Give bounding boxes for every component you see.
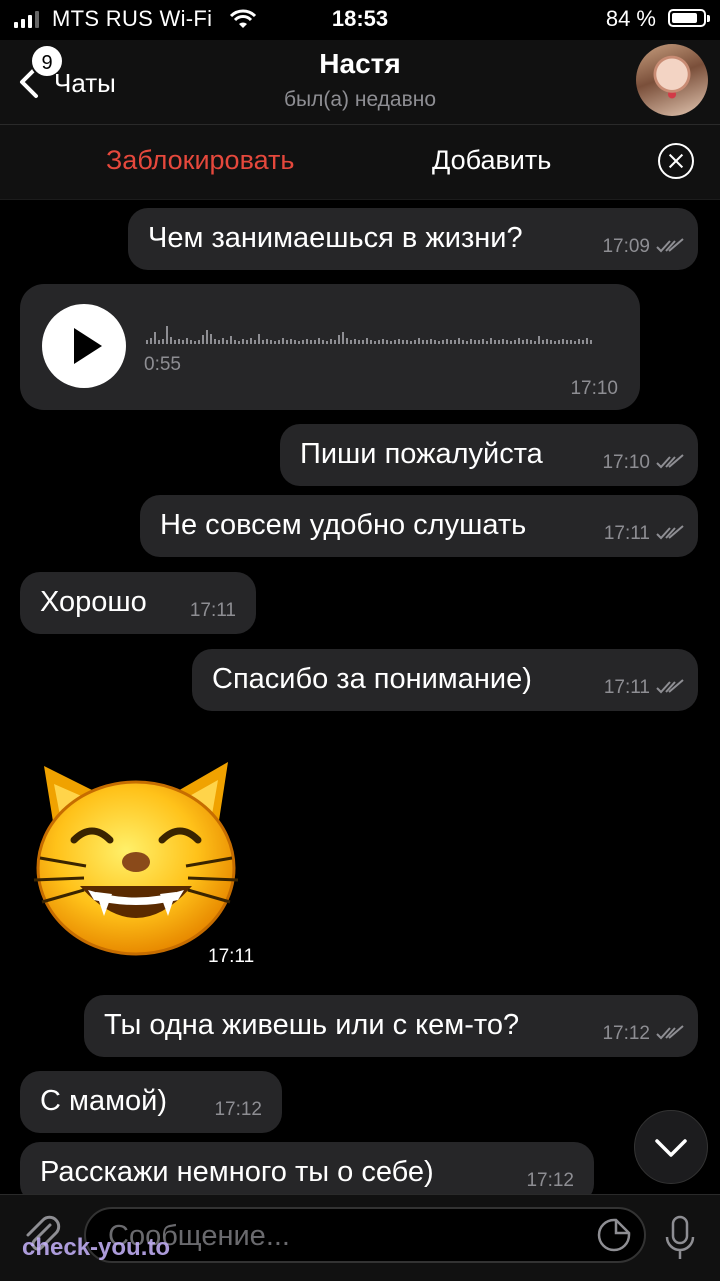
message-bubble[interactable]: Хорошо 17:11 [20, 572, 256, 634]
message-time: 17:11 [603, 677, 650, 698]
battery-icon [668, 9, 710, 27]
message-time: 17:12 [602, 1023, 650, 1044]
contact-name[interactable]: Настя [0, 48, 720, 80]
grinning-cat-sticker[interactable] [26, 740, 246, 960]
message-bubble[interactable]: Чем занимаешься в жизни? 17:09 [128, 208, 698, 270]
message-time: 17:09 [602, 236, 650, 257]
add-contact-button[interactable]: Добавить [432, 145, 551, 176]
voice-duration: 0:55 [144, 354, 181, 375]
message-bubble[interactable]: Спасибо за понимание) 17:11 [192, 649, 698, 711]
read-checks-icon [656, 679, 684, 694]
avatar[interactable] [636, 44, 708, 116]
message-time: 17:10 [602, 452, 650, 473]
watermark-text: check-you.to [22, 1234, 171, 1261]
message-time: 17:12 [214, 1099, 262, 1120]
chat-header: 9 Чаты Настя был(а) недавно [0, 40, 720, 125]
message-text: Чем занимаешься в жизни? [148, 222, 523, 254]
battery-percent: 84 % [605, 6, 656, 31]
read-checks-icon [656, 1025, 684, 1040]
message-bubble[interactable]: Пиши пожалуйста 17:10 [280, 424, 698, 486]
message-text: Хорошо [40, 586, 147, 618]
status-bar: MTS RUS Wi-Fi 18:53 84 % [0, 0, 720, 40]
sticker-icon[interactable] [596, 1217, 632, 1253]
message-time: 17:11 [208, 946, 255, 967]
voice-message[interactable]: 0:55 17:10 [20, 284, 640, 410]
scroll-down-button[interactable] [634, 1110, 708, 1184]
message-time: 17:11 [189, 600, 236, 621]
message-text: Ты одна живешь или с кем-то? [104, 1009, 520, 1041]
message-bubble[interactable]: Ты одна живешь или с кем-то? 17:12 [84, 995, 698, 1057]
chevron-down-icon [655, 1139, 687, 1157]
message-text: С мамой) [40, 1085, 167, 1117]
contact-action-bar: Заблокировать Добавить [0, 125, 720, 200]
play-icon[interactable] [42, 304, 126, 388]
message-text: Расскажи немного ты о себе) [40, 1156, 434, 1188]
message-text: Пиши пожалуйста [300, 438, 543, 470]
message-text: Спасибо за понимание) [212, 663, 532, 695]
close-icon[interactable] [658, 143, 694, 179]
waveform[interactable] [146, 324, 616, 344]
block-button[interactable]: Заблокировать [106, 145, 294, 176]
message-input[interactable] [106, 1217, 580, 1255]
read-checks-icon [656, 238, 684, 253]
message-time: 17:11 [603, 523, 650, 544]
read-checks-icon [656, 454, 684, 469]
contact-status: был(а) недавно [283, 88, 437, 111]
message-time: 17:12 [526, 1170, 574, 1191]
read-checks-icon [656, 525, 684, 540]
message-time: 17:10 [570, 378, 618, 399]
message-bubble[interactable]: С мамой) 17:12 [20, 1071, 282, 1133]
message-bubble[interactable]: Не совсем удобно слушать 17:11 [140, 495, 698, 557]
microphone-icon[interactable] [664, 1215, 696, 1263]
message-text: Не совсем удобно слушать [160, 509, 527, 541]
